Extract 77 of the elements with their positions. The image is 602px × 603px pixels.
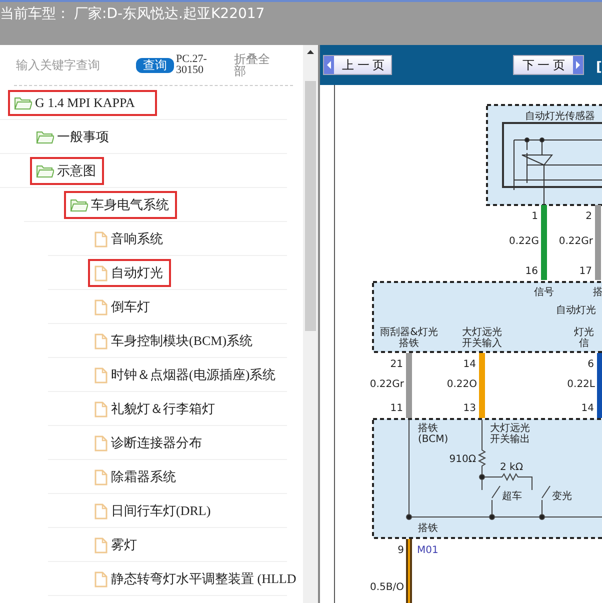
document-icon xyxy=(94,536,108,554)
tree-item[interactable]: 礼貌灯＆行李箱灯 xyxy=(88,395,223,423)
document-icon xyxy=(94,298,108,316)
previous-page-button[interactable]: 上 一 页 xyxy=(323,55,392,75)
terminal-label: 开关输出 xyxy=(490,434,530,445)
pin-number: 2 xyxy=(586,211,592,222)
tree-item[interactable]: 诊断连接器分布 xyxy=(88,429,210,457)
tree-item[interactable]: 自动灯光 xyxy=(88,259,171,287)
document-icon xyxy=(94,400,108,418)
tree-item[interactable]: 车身控制模块(BCM)系统 xyxy=(88,327,261,355)
folder-icon xyxy=(36,130,54,144)
wire xyxy=(406,539,412,603)
document-icon xyxy=(94,332,108,350)
wire-gauge-label: 0.22G xyxy=(508,236,539,247)
resistor-value: 910Ω xyxy=(449,454,476,465)
pin-number: 13 xyxy=(463,403,476,414)
switch-label: 超车 xyxy=(502,491,522,502)
page-title: [ xyxy=(596,60,602,74)
terminal-label: 搭铁 xyxy=(399,338,419,349)
pin-number: 11 xyxy=(390,403,403,414)
tree-item[interactable]: 倒车灯 xyxy=(88,293,158,321)
sensor-label: 自动灯光传感器 xyxy=(525,111,595,122)
pin-number: 14 xyxy=(463,359,476,370)
pin-number: 17 xyxy=(579,266,592,277)
document-icon xyxy=(94,570,108,588)
pin-number: 16 xyxy=(525,266,538,277)
terminal-label: 雨刮器&灯光 xyxy=(380,327,438,338)
tree-item[interactable]: 时钟＆点烟器(电源插座)系统 xyxy=(88,361,284,389)
ground-label: 搭铁 xyxy=(418,523,438,534)
terminal-label: 灯光 xyxy=(574,327,594,338)
module-label: 自动灯光 xyxy=(556,305,596,316)
pin-number: 14 xyxy=(581,403,594,414)
wire-gauge-label: 0.22Gr xyxy=(558,236,593,247)
terminal-label: 大灯远光 xyxy=(490,423,530,434)
wire-gauge-label: 0.22O xyxy=(446,379,477,390)
wire-gauge-label: 0.5B/O xyxy=(370,582,404,593)
pin-number: 9 xyxy=(398,545,404,556)
search-button[interactable]: 查询 xyxy=(136,58,174,72)
vehicle-name: 厂家:D-东风悦达.起亚K22017 xyxy=(74,5,265,24)
pin-number: 21 xyxy=(390,359,403,370)
terminal-label: 大灯远光 xyxy=(462,327,502,338)
folder-icon xyxy=(36,164,54,178)
tree-item[interactable]: 日间行车灯(DRL) xyxy=(88,497,219,525)
tree-item[interactable]: 雾灯 xyxy=(88,531,145,559)
tree-item[interactable]: G 1.4 MPI KAPPA xyxy=(8,90,157,116)
wire-gauge-label: 0.22Gr xyxy=(370,379,404,390)
tree-item[interactable]: 车身电气系统 xyxy=(64,191,177,219)
folder-icon xyxy=(70,198,88,212)
document-code: PC.27-30150 xyxy=(176,54,208,76)
wire-gauge-label: 0.22L xyxy=(567,379,595,390)
switch-label: 变光 xyxy=(552,491,572,502)
pin-number: 1 xyxy=(532,211,538,222)
resistor-value: 2 kΩ xyxy=(500,462,523,473)
vehicle-label: 当前车型： xyxy=(0,5,70,24)
collapse-all-link[interactable]: 折叠全部 xyxy=(234,53,274,77)
scrollbar-thumb[interactable] xyxy=(305,81,316,331)
document-icon xyxy=(94,366,108,384)
terminal-label: (BCM) xyxy=(418,434,448,445)
pin-number: 6 xyxy=(588,359,594,370)
document-icon xyxy=(94,230,108,248)
connector-label: M01 xyxy=(417,545,438,556)
folder-icon xyxy=(14,96,32,110)
document-icon xyxy=(94,468,108,486)
tree-item[interactable]: 静态转弯灯水平调整装置 (HLLD xyxy=(88,565,303,593)
terminal-label: 信号 xyxy=(534,287,554,298)
terminal-label: 开关输入 xyxy=(462,338,502,349)
tree-item[interactable]: 示意图 xyxy=(30,157,104,185)
terminal-label: 搭铁 xyxy=(418,423,438,434)
tree-item[interactable]: 除霜器系统 xyxy=(88,463,184,491)
next-page-button[interactable]: 下 一 页 xyxy=(513,55,584,75)
tree-item[interactable]: 一般事项 xyxy=(30,123,117,151)
scrollbar[interactable] xyxy=(303,45,320,603)
terminal-label: 信 xyxy=(579,338,589,349)
document-icon xyxy=(94,434,108,452)
document-icon xyxy=(94,502,108,520)
document-icon xyxy=(94,264,108,282)
tree-item[interactable]: 音响系统 xyxy=(88,225,171,253)
